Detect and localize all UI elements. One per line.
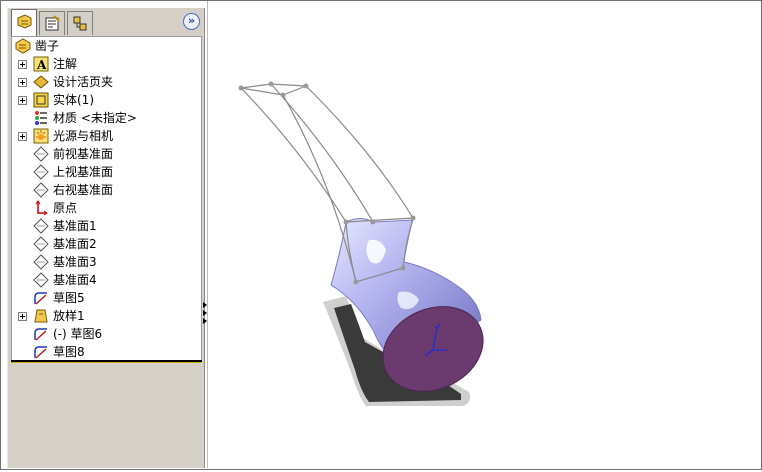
expand-toggle[interactable] — [18, 312, 27, 321]
tree-root-label: 凿子 — [35, 39, 60, 53]
tree-item-label: 实体(1) — [53, 93, 94, 107]
lights-cameras-icon — [33, 128, 49, 144]
feature-tree-icon — [17, 14, 32, 29]
tree-item-solid-bodies[interactable]: 实体(1) — [12, 91, 198, 109]
tree-item-label: 草图5 — [53, 291, 85, 305]
plane-icon — [33, 236, 49, 252]
panel-tab-bar: » — [8, 8, 204, 36]
tree-item-front-plane[interactable]: 前视基准面 — [12, 145, 198, 163]
loft-icon — [34, 309, 48, 323]
tree-item-label: 基准面3 — [53, 255, 97, 269]
model-view — [238, 81, 484, 406]
tree-item-loft1[interactable]: 放样1 — [12, 307, 198, 325]
tree-item-label: 设计活页夹 — [53, 75, 114, 89]
design-binder-icon — [33, 75, 49, 89]
svg-text:A: A — [36, 58, 47, 72]
part-icon — [15, 38, 31, 54]
tree-item-label: 光源与相机 — [53, 129, 114, 143]
configuration-manager-icon — [73, 16, 87, 31]
material-icon — [35, 111, 47, 125]
plane-icon — [33, 182, 49, 198]
sketch-icon — [34, 346, 47, 359]
feature-manager-tab[interactable] — [11, 9, 37, 36]
tree-item-design-binder[interactable]: 设计活页夹 — [12, 73, 198, 91]
tree-item-label: 前视基准面 — [53, 147, 114, 161]
tree-item-origin[interactable]: 原点 — [12, 199, 198, 217]
plane-icon — [33, 272, 49, 288]
tree-item-right-plane[interactable]: 右视基准面 — [12, 181, 198, 199]
tree-item-sketch6[interactable]: (-) 草图6 — [12, 325, 198, 343]
origin-icon — [35, 200, 48, 216]
tree-root-part[interactable]: 凿子 — [12, 37, 198, 55]
property-manager-icon — [45, 15, 60, 31]
expand-toggle[interactable] — [18, 78, 27, 87]
tree-item-annotations[interactable]: A 注解 — [12, 55, 198, 73]
plane-icon — [33, 164, 49, 180]
graphics-viewport[interactable] — [207, 1, 761, 468]
expand-toggle[interactable] — [18, 132, 27, 141]
configuration-manager-tab[interactable] — [67, 11, 93, 35]
annotations-icon: A — [33, 56, 49, 72]
tree-item-label: 右视基准面 — [53, 183, 114, 197]
expand-toggle[interactable] — [18, 96, 27, 105]
tree-item-label: 注解 — [53, 57, 78, 71]
tree-item-plane3[interactable]: 基准面3 — [12, 253, 198, 271]
sketch-icon — [34, 292, 47, 305]
tree-item-label: 原点 — [53, 201, 78, 215]
tree-item-label: 放样1 — [53, 309, 85, 323]
tree-item-label: 材质 <未指定> — [53, 111, 137, 125]
feature-tree: 凿子 A 注解 设计活页夹 实体(1) 材质 <未指定> 光源与相机 前视基准面… — [11, 36, 202, 362]
feature-manager-panel: » 凿子 A 注解 设计活页夹 实体(1) 材质 <未指定> 光源与相机 前视基… — [7, 8, 205, 468]
tree-item-material[interactable]: 材质 <未指定> — [12, 109, 198, 127]
tree-item-sketch5[interactable]: 草图5 — [12, 289, 198, 307]
tree-item-plane4[interactable]: 基准面4 — [12, 271, 198, 289]
tree-item-label: 草图8 — [53, 345, 85, 359]
tree-item-label: 基准面4 — [53, 273, 97, 287]
tree-item-lights-cameras[interactable]: 光源与相机 — [12, 127, 198, 145]
rollback-bar-highlight — [11, 362, 202, 363]
tree-item-label: 基准面1 — [53, 219, 97, 233]
plane-icon — [33, 254, 49, 270]
solid-bodies-icon — [33, 92, 49, 108]
tree-item-sketch8[interactable]: 草图8 — [12, 343, 198, 361]
plane-icon — [33, 218, 49, 234]
sketch-icon — [34, 328, 47, 341]
plane-icon — [33, 146, 49, 162]
property-manager-tab[interactable] — [39, 11, 65, 35]
tree-item-label: (-) 草图6 — [53, 327, 103, 341]
tree-item-label: 基准面2 — [53, 237, 97, 251]
tree-item-top-plane[interactable]: 上视基准面 — [12, 163, 198, 181]
expand-panel-button[interactable]: » — [183, 13, 200, 30]
tree-item-plane1[interactable]: 基准面1 — [12, 217, 198, 235]
tree-item-label: 上视基准面 — [53, 165, 114, 179]
expand-toggle[interactable] — [18, 60, 27, 69]
tree-item-plane2[interactable]: 基准面2 — [12, 235, 198, 253]
